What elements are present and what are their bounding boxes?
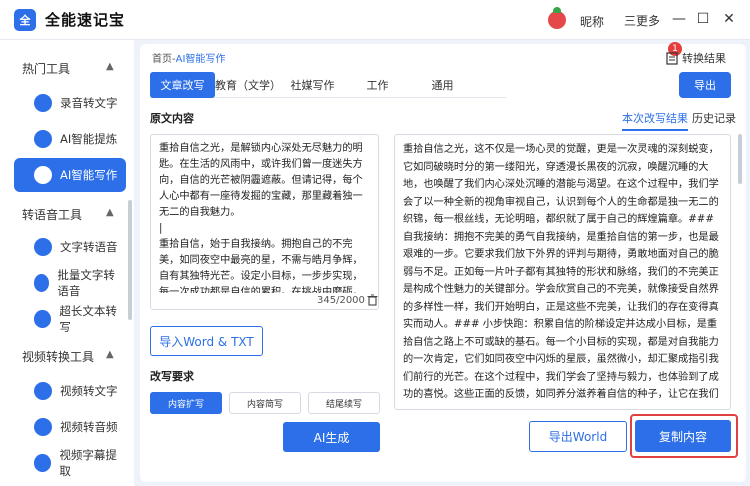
sidebar-group-video-tools[interactable]: 视频转换工具 [22,348,94,365]
tab-social[interactable]: 社媒写作 [280,72,345,98]
chevron-up-icon[interactable]: ▲ [106,349,114,360]
sidebar-item-label: 文字转语音 [60,240,118,254]
ai-generate-button[interactable]: AI生成 [283,422,380,452]
original-text[interactable]: 重拾自信之光，是解锁内心深处无尽魅力的明匙。在生活的风雨中，或许我们曾一度迷失方… [159,141,370,293]
long-text-icon [34,310,52,328]
tab-general[interactable]: 通用 [410,72,475,98]
sidebar: 热门工具 ▲ 录音转文字 AI智能提炼 AI智能写作 转语音工具 ▲ 文字转语音… [0,40,134,486]
sidebar-item-ai-write[interactable]: AI智能写作 [14,158,126,192]
main-panel: 首页-AI智能写作 1 转换结果 文章改写 教育（文学） 社媒写作 工作 通用 … [140,42,746,482]
sidebar-item-batch-tts[interactable]: 批量文字转语音 [14,266,126,300]
sidebar-item-text-to-speech[interactable]: 文字转语音 [14,230,126,264]
tab-work[interactable]: 工作 [345,72,410,98]
more-menu-button[interactable]: 三更多 [624,12,660,29]
sidebar-item-label: 录音转文字 [60,96,118,110]
ai-extract-icon [34,130,52,148]
breadcrumb-current: AI智能写作 [175,54,226,65]
document-icon [666,51,678,65]
result-text-area[interactable]: 重拾自信之光，这不仅是一场心灵的觉醒，更是一次灵魂的深刻蜕变，它如同破晓时分的第… [394,134,731,410]
chevron-up-icon[interactable]: ▲ [106,61,114,72]
sidebar-item-long-text[interactable]: 超长文本转写 [14,302,126,336]
batch-tts-icon [34,274,50,292]
sidebar-group-hot-tools[interactable]: 热门工具 [22,60,70,77]
sidebar-item-ai-extract[interactable]: AI智能提炼 [14,122,126,156]
app-title: 全能速记宝 [45,11,126,29]
tab-history[interactable]: 历史记录 [692,110,736,126]
result-scrollbar[interactable] [738,134,742,184]
export-word-button[interactable]: 导出World [529,421,627,452]
text-to-speech-icon [34,238,52,256]
original-text-input[interactable]: 重拾自信之光，是解锁内心深处无尽魅力的明匙。在生活的风雨中，或许我们曾一度迷失方… [150,134,379,310]
export-button[interactable]: 导出 [679,72,731,98]
sidebar-item-record-to-text[interactable]: 录音转文字 [14,86,126,120]
ai-write-icon [34,166,52,184]
minimize-icon[interactable]: — [670,10,688,28]
sidebar-item-label: 视频转音频 [60,420,118,434]
avatar[interactable] [548,7,566,29]
option-condense[interactable]: 内容简写 [229,392,301,414]
option-expand[interactable]: 内容扩写 [150,392,222,414]
record-icon [34,94,52,112]
sidebar-item-label: 视频转文字 [60,384,118,398]
char-counter: 345/2000 [313,295,365,306]
original-content-label: 原文内容 [150,112,194,125]
option-continue-ending[interactable]: 结尾续写 [308,392,380,414]
copy-content-button[interactable]: 复制内容 [635,420,731,452]
sidebar-scrollbar[interactable] [128,200,132,320]
app-logo-icon: 全 [14,8,36,31]
convert-results-button[interactable]: 转换结果 [666,50,726,66]
sidebar-item-label: 视频字幕提取 [59,448,117,478]
chevron-up-icon[interactable]: ▲ [106,207,114,218]
subtitle-icon [34,454,52,472]
sidebar-group-tts-tools[interactable]: 转语音工具 [22,206,82,223]
sidebar-item-label: AI智能写作 [60,168,118,182]
sidebar-item-label: 批量文字转语音 [57,268,115,298]
video-to-audio-icon [34,418,52,436]
title-bar: 全 全能速记宝 昵称 三更多 — ☐ ✕ [0,0,750,40]
sidebar-item-video-to-audio[interactable]: 视频转音频 [14,410,126,444]
rewrite-requirements-label: 改写要求 [150,370,194,383]
close-icon[interactable]: ✕ [720,10,738,28]
breadcrumb: 首页-AI智能写作 [152,50,225,65]
sidebar-item-video-to-text[interactable]: 视频转文字 [14,374,126,408]
sidebar-item-label: AI智能提炼 [60,132,118,146]
nickname[interactable]: 昵称 [580,13,604,30]
convert-results-label: 转换结果 [682,52,726,65]
breadcrumb-home[interactable]: 首页 [152,54,172,65]
tab-article-rewrite[interactable]: 文章改写 [150,72,215,98]
tab-education[interactable]: 教育（文学） [215,72,281,98]
sidebar-item-label: 超长文本转写 [59,304,117,334]
trash-icon[interactable] [367,294,378,306]
import-word-txt-button[interactable]: 导入Word & TXT [150,326,263,356]
category-tabs: 文章改写 教育（文学） 社媒写作 工作 通用 [150,72,506,98]
maximize-icon[interactable]: ☐ [694,10,712,28]
video-to-text-icon [34,382,52,400]
sidebar-item-subtitle-extract[interactable]: 视频字幕提取 [14,446,126,480]
result-text: 重拾自信之光，这不仅是一场心灵的觉醒，更是一次灵魂的深刻蜕变，它如同破晓时分的第… [403,144,719,400]
tab-current-result[interactable]: 本次改写结果 [622,110,688,131]
